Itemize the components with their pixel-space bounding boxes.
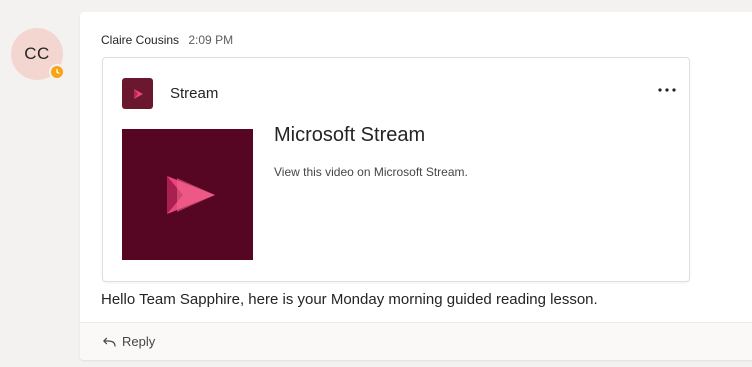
author-name[interactable]: Claire Cousins [101,33,179,47]
message-header: Claire Cousins 2:09 PM [101,32,233,48]
avatar-initials: CC [24,44,50,63]
message-bubble: Claire Cousins 2:09 PM Stream Microsoft … [80,12,752,360]
reply-arrow-icon [103,337,116,347]
message-timestamp: 2:09 PM [188,33,234,47]
reply-button[interactable]: Reply [102,333,155,351]
stream-link-card[interactable]: Stream Microsoft Stream View this video … [102,57,690,282]
avatar[interactable]: CC [11,28,65,80]
app-name: Stream [170,85,219,102]
more-options-icon[interactable] [653,78,681,102]
stream-app-icon [122,78,153,109]
message-body: Hello Team Sapphire, here is your Monday… [101,291,598,308]
card-description: View this video on Microsoft Stream. [274,165,468,179]
presence-away-icon [49,64,65,80]
reply-label: Reply [122,334,156,349]
video-thumbnail[interactable] [122,129,253,260]
chat-thread: CC Claire Cousins 2:09 PM Stream Microso… [0,0,752,367]
stream-play-icon [166,175,215,214]
reply-bar: Reply [80,322,752,360]
card-title[interactable]: Microsoft Stream [274,122,425,148]
